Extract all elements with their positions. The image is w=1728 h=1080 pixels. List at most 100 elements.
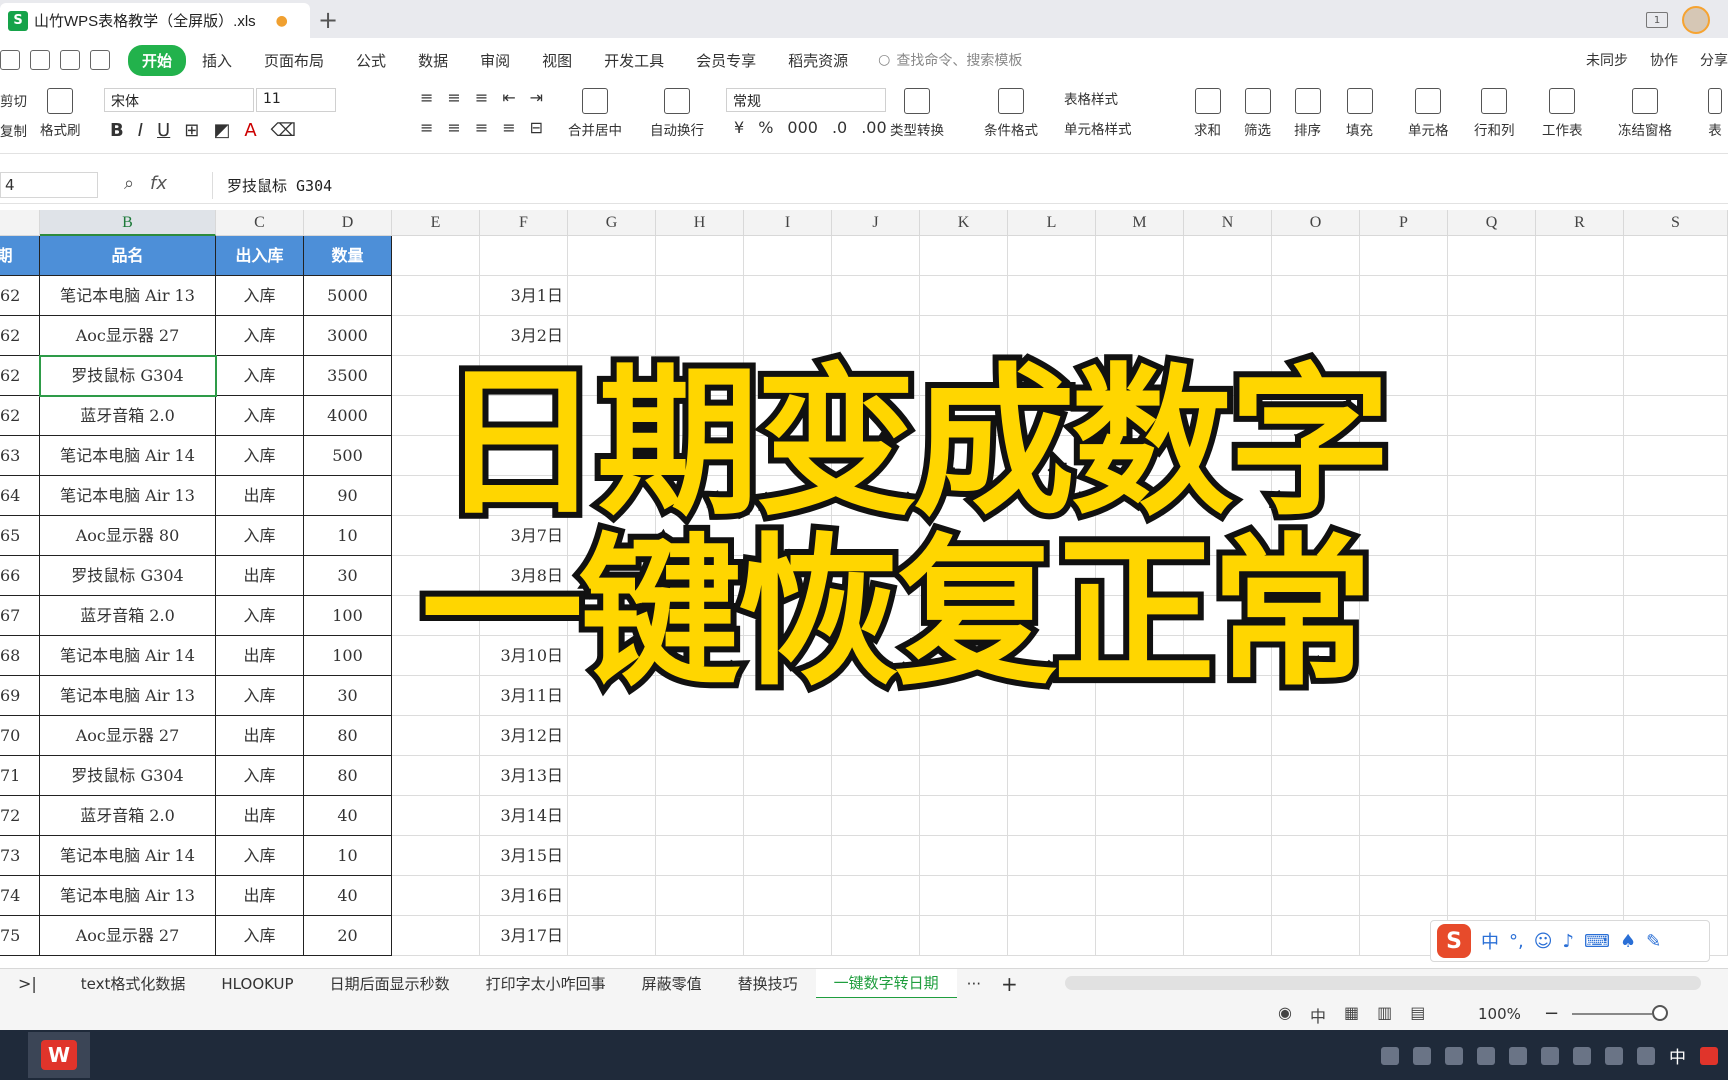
battery-icon[interactable] [1573,1046,1591,1065]
name-box[interactable]: 4 [0,172,98,198]
column-header[interactable]: M [1096,210,1184,236]
table-header-cell[interactable]: 品名 [40,236,216,276]
empty-cell[interactable] [392,276,480,316]
eye-protect-icon[interactable]: ◉ [1278,1003,1292,1027]
empty-cell[interactable] [920,756,1008,796]
product-name-cell[interactable]: 笔记本电脑 Air 14 [40,836,216,876]
empty-cell[interactable] [1096,276,1184,316]
clear-icon[interactable]: ⌫ [271,120,296,141]
table-style-button[interactable]: 表格样式 [1064,88,1118,108]
empty-cell[interactable] [1624,236,1728,276]
align-bottom-icon[interactable]: ≡ [475,88,488,107]
table-header-cell[interactable]: 出入库 [216,236,304,276]
empty-cell[interactable] [568,236,656,276]
empty-cell[interactable] [1096,796,1184,836]
date-cell[interactable]: 3月1日 [480,276,568,316]
empty-cell[interactable] [744,916,832,956]
menu-formula[interactable]: 公式 [340,50,402,71]
empty-cell[interactable] [392,916,480,956]
empty-cell[interactable] [656,796,744,836]
avatar[interactable] [1682,6,1710,34]
quantity-cell[interactable]: 40 [304,876,392,916]
empty-cell[interactable] [1448,516,1536,556]
empty-cell[interactable] [832,716,920,756]
product-name-cell[interactable]: 罗技鼠标 G304 [40,556,216,596]
empty-cell[interactable] [1184,276,1272,316]
empty-cell[interactable] [1008,836,1096,876]
column-header[interactable] [0,210,40,236]
bluetooth-icon[interactable] [1541,1046,1559,1065]
empty-cell[interactable] [1536,636,1624,676]
date-number-cell[interactable]: 65 [0,516,40,556]
empty-cell[interactable] [1624,716,1728,756]
empty-cell[interactable] [744,836,832,876]
date-number-cell[interactable]: 68 [0,636,40,676]
empty-cell[interactable] [1184,716,1272,756]
empty-cell[interactable] [920,236,1008,276]
empty-cell[interactable] [1624,596,1728,636]
empty-cell[interactable] [1448,796,1536,836]
new-tab-button[interactable]: + [318,6,338,34]
empty-cell[interactable] [1624,516,1728,556]
empty-cell[interactable] [1536,756,1624,796]
column-header[interactable]: B [40,210,216,236]
empty-cell[interactable] [1448,636,1536,676]
fill-button[interactable]: 填充 [1346,88,1373,139]
empty-cell[interactable] [744,716,832,756]
in-out-cell[interactable]: 入库 [216,316,304,356]
empty-cell[interactable] [1624,636,1728,676]
empty-cell[interactable] [1360,236,1448,276]
product-name-cell[interactable]: 蓝牙音箱 2.0 [40,596,216,636]
product-name-cell[interactable]: 笔记本电脑 Air 13 [40,476,216,516]
product-name-cell[interactable]: 笔记本电脑 Air 13 [40,676,216,716]
sort-button[interactable]: 排序 [1294,88,1321,139]
decrease-decimal-icon[interactable]: .00 [861,118,886,137]
wrap-text-button[interactable]: 自动换行 [650,88,704,139]
empty-cell[interactable] [1184,916,1272,956]
column-header[interactable]: S [1624,210,1728,236]
empty-cell[interactable] [920,796,1008,836]
worksheet-button[interactable]: 工作表 [1542,88,1583,139]
taskbar-wps-app[interactable]: W [28,1032,90,1078]
menu-docer[interactable]: 稻壳资源 [772,50,864,71]
fill-color-icon[interactable]: ◩ [213,120,230,141]
menu-insert[interactable]: 插入 [186,50,248,71]
empty-cell[interactable] [1536,716,1624,756]
sheet-tab[interactable]: HLOOKUP [203,975,311,993]
date-number-cell[interactable]: 71 [0,756,40,796]
product-name-cell[interactable]: Aoc显示器 27 [40,716,216,756]
empty-cell[interactable] [656,756,744,796]
date-number-cell[interactable]: 72 [0,796,40,836]
product-name-cell[interactable]: 蓝牙音箱 2.0 [40,796,216,836]
sheet-tab[interactable]: text格式化数据 [63,973,204,994]
quantity-cell[interactable]: 5000 [304,276,392,316]
in-out-cell[interactable]: 出库 [216,796,304,836]
empty-cell[interactable] [1448,436,1536,476]
filter-button[interactable]: 筛选 [1244,88,1271,139]
column-header[interactable]: H [656,210,744,236]
empty-cell[interactable] [1008,916,1096,956]
column-header[interactable]: F [480,210,568,236]
underline-icon[interactable]: U [157,120,170,141]
date-number-cell[interactable]: 75 [0,916,40,956]
row-col-button[interactable]: 行和列 [1474,88,1515,139]
date-cell[interactable]: 3月15日 [480,836,568,876]
empty-cell[interactable] [744,796,832,836]
quantity-cell[interactable]: 30 [304,676,392,716]
in-out-cell[interactable]: 出库 [216,556,304,596]
in-out-cell[interactable]: 入库 [216,356,304,396]
empty-cell[interactable] [744,276,832,316]
column-header[interactable]: G [568,210,656,236]
empty-cell[interactable] [920,876,1008,916]
skin-icon[interactable]: ♠ [1620,931,1636,952]
formula-input[interactable]: 罗技鼠标 G304 [212,172,1712,199]
empty-cell[interactable] [744,756,832,796]
in-out-cell[interactable]: 入库 [216,836,304,876]
empty-cell[interactable] [392,796,480,836]
empty-cell[interactable] [568,836,656,876]
product-name-cell[interactable]: Aoc显示器 27 [40,316,216,356]
date-cell[interactable]: 3月17日 [480,916,568,956]
empty-cell[interactable] [1448,596,1536,636]
menu-home[interactable]: 开始 [128,44,187,76]
product-name-cell[interactable]: 罗技鼠标 G304 [40,756,216,796]
